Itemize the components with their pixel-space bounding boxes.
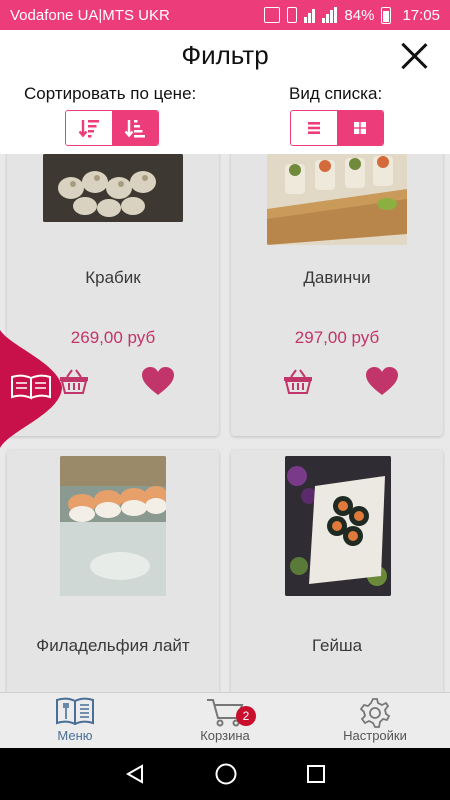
status-bar: Vodafone UA|MTS UKR 84% 17:05: [0, 0, 450, 30]
battery-percent: 84%: [344, 6, 375, 24]
cart-badge: 2: [236, 706, 256, 726]
list-view-icon: [308, 122, 320, 134]
menu-book-icon: [56, 697, 94, 725]
system-nav-bar: [0, 748, 450, 800]
product-image: [267, 154, 407, 245]
gear-icon: [359, 698, 391, 728]
list-view-label: Вид списка:: [289, 84, 383, 103]
sort-ascending-button[interactable]: [112, 111, 158, 145]
nav-settings-label: Настройки: [343, 728, 407, 743]
clock: 17:05: [402, 6, 440, 24]
product-image: [60, 456, 166, 596]
close-icon[interactable]: [400, 42, 428, 70]
view-toggle: [290, 110, 384, 146]
home-icon[interactable]: [214, 762, 238, 786]
heart-icon[interactable]: [365, 366, 399, 396]
sort-by-price-label: Сортировать по цене:: [24, 84, 197, 103]
product-name: Филадельфия лайт: [36, 636, 190, 655]
nav-menu[interactable]: Меню: [0, 693, 150, 748]
product-card[interactable]: Филадельфия лайт: [7, 450, 219, 692]
product-card[interactable]: Гейша: [231, 450, 443, 692]
wifi-icon: [304, 7, 316, 23]
product-name: Давинчи: [303, 268, 371, 287]
sort-descending-button[interactable]: [66, 111, 112, 145]
heart-icon[interactable]: [141, 366, 175, 396]
signal-icon: [322, 7, 338, 23]
product-image: [285, 456, 391, 596]
bottom-nav: Меню 2 Корзина Настройки: [0, 692, 450, 748]
nav-menu-label: Меню: [57, 728, 93, 743]
filter-title: Фильтр: [181, 40, 269, 70]
product-image: [43, 154, 183, 222]
product-grid: Крабик 269,00 руб Давинчи 297,00 руб Фил…: [0, 154, 450, 692]
carrier-name: Vodafone UA|MTS UKR: [10, 6, 170, 24]
battery-icon: [381, 6, 392, 24]
recents-icon[interactable]: [306, 764, 326, 784]
nav-cart-label: Корзина: [200, 728, 250, 743]
back-icon[interactable]: [124, 763, 146, 785]
list-view-button[interactable]: [291, 111, 337, 145]
product-name: Гейша: [311, 636, 363, 655]
vibrate-icon: [287, 7, 298, 23]
sort-descending-icon: [78, 120, 99, 138]
product-name: Крабик: [85, 268, 141, 287]
sort-toggle: [65, 110, 159, 146]
sort-ascending-icon: [124, 120, 145, 138]
nfc-icon: [264, 7, 281, 23]
product-price: 297,00 руб: [294, 328, 380, 347]
nav-settings[interactable]: Настройки: [300, 693, 450, 748]
side-menu-tab[interactable]: [0, 330, 64, 448]
nav-cart[interactable]: 2 Корзина: [150, 693, 300, 748]
filter-panel: Фильтр Сортировать по цене: Вид списка:: [0, 30, 450, 154]
product-card[interactable]: Давинчи 297,00 руб: [231, 154, 443, 436]
grid-view-button[interactable]: [337, 111, 383, 145]
basket-icon[interactable]: [283, 368, 313, 394]
grid-view-icon: [354, 122, 366, 134]
